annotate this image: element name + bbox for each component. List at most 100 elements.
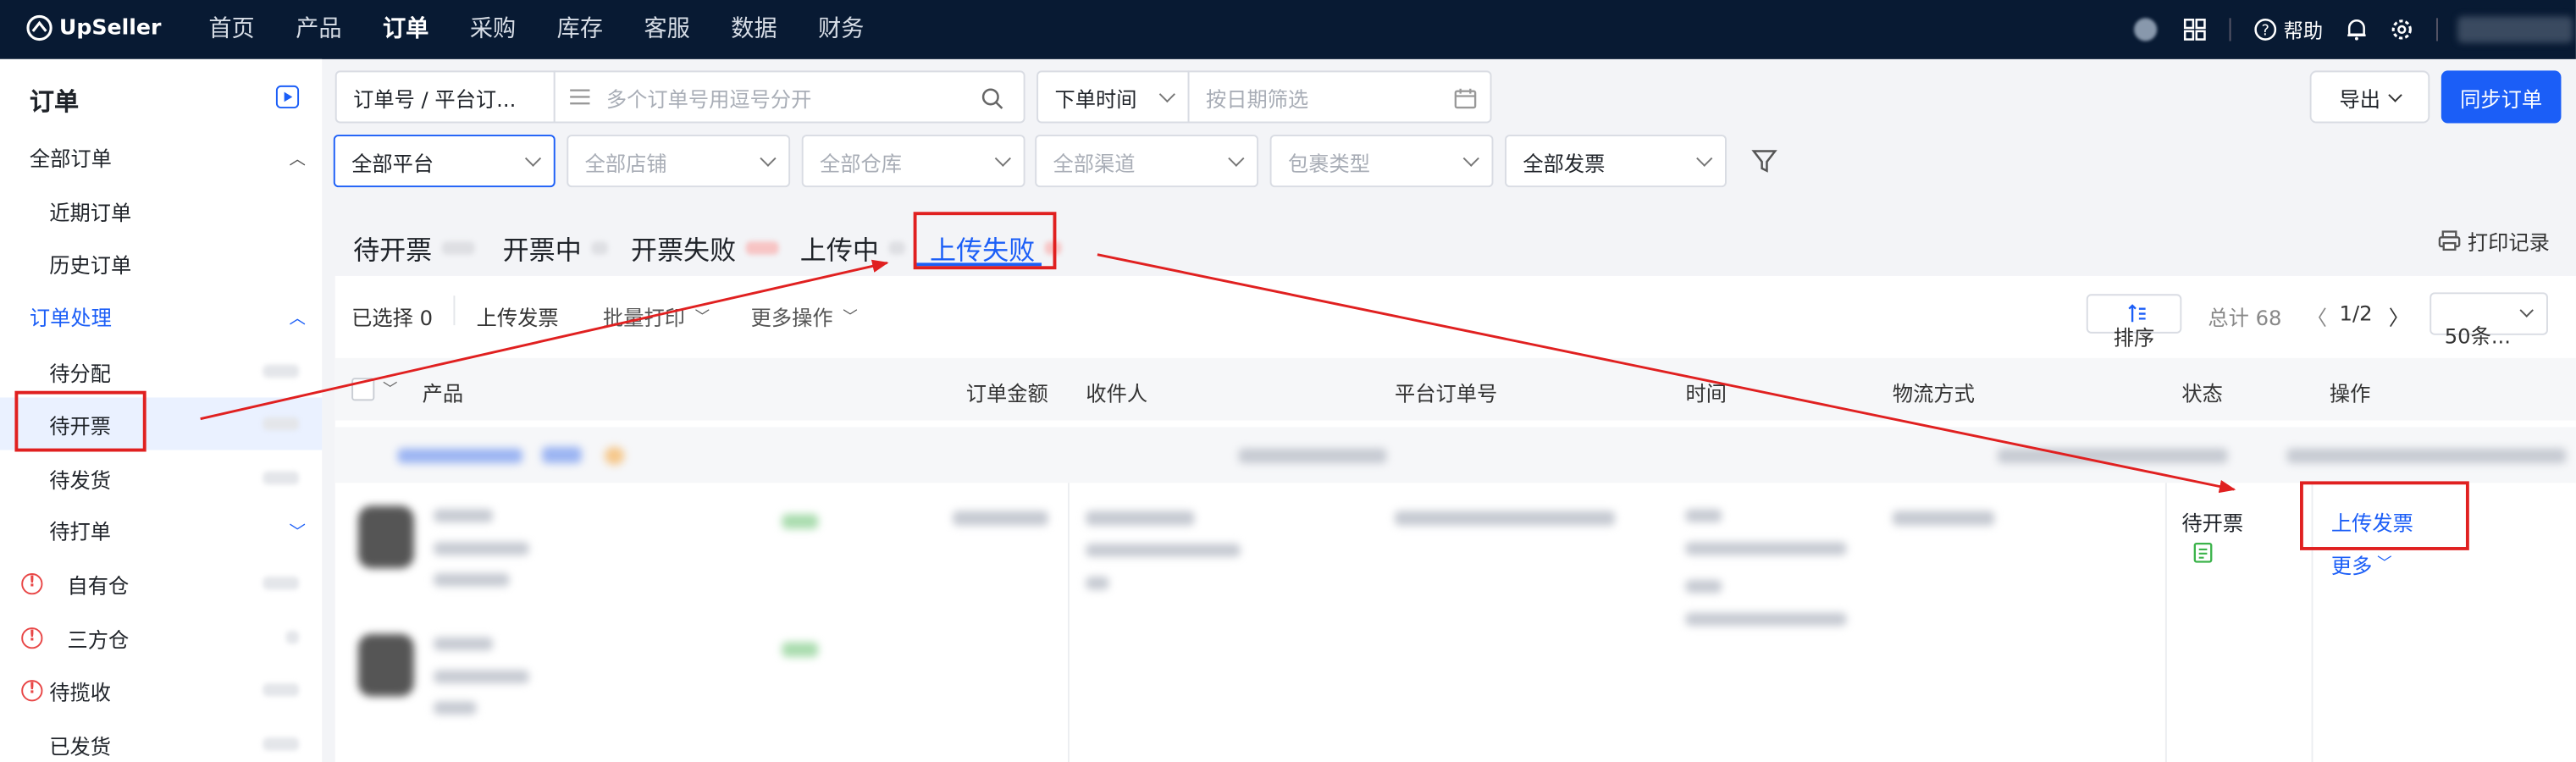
- filter-icon[interactable]: [1751, 148, 1777, 174]
- count-badge: [591, 241, 608, 255]
- tab-to-invoice[interactable]: 待开票: [353, 229, 475, 268]
- sidebar-group-order-processing[interactable]: 订单处理 ︿: [0, 289, 322, 341]
- nav-item-finance[interactable]: 财务: [818, 0, 864, 59]
- count-badge: [263, 471, 300, 485]
- chevron-down-icon[interactable]: ﹀: [383, 378, 397, 399]
- tab-invoicing[interactable]: 开票中: [503, 229, 608, 268]
- column-header-platform-order-no: 平台订单号: [1395, 381, 1498, 406]
- sidebar-item-shipped[interactable]: 已发货: [0, 718, 322, 762]
- quantity-tag: [782, 642, 819, 657]
- channel-select[interactable]: 全部渠道: [1035, 135, 1259, 188]
- platform-select[interactable]: 全部平台: [333, 135, 556, 188]
- sidebar-item-to-ship[interactable]: 待发货: [0, 452, 322, 505]
- sidebar-item-own-warehouse[interactable]: ! 自有仓: [0, 557, 322, 610]
- total-count: 总计 68: [2208, 305, 2282, 330]
- batch-print-dropdown[interactable]: 批量打印: [603, 301, 685, 332]
- nav-item-purchase[interactable]: 采购: [470, 0, 516, 59]
- platform-value: 全部平台: [351, 150, 434, 175]
- sidebar-item-label: 待揽收: [49, 679, 111, 704]
- language-icon[interactable]: [2134, 18, 2158, 41]
- export-button[interactable]: 导出: [2309, 70, 2430, 124]
- sidebar-item-to-assign[interactable]: 待分配: [0, 345, 322, 397]
- sidebar-item-third-party-warehouse[interactable]: ! 三方仓: [0, 611, 322, 664]
- brand-logo[interactable]: UpSeller: [26, 14, 161, 41]
- invoice-value: 全部发票: [1523, 150, 1606, 175]
- divider: [2229, 18, 2231, 41]
- prev-page-icon[interactable]: 〈: [2307, 301, 2327, 332]
- list-icon: [570, 89, 590, 105]
- package-type-select[interactable]: 包裹类型: [1269, 135, 1494, 188]
- sort-button[interactable]: 排序: [2086, 294, 2182, 350]
- order-number-search-input[interactable]: 多个订单号用逗号分开: [553, 70, 1025, 124]
- nav-item-products[interactable]: 产品: [296, 0, 341, 59]
- upload-invoice-button[interactable]: 上传发票: [477, 301, 559, 332]
- nav-item-orders[interactable]: 订单: [383, 0, 428, 59]
- order-amount: [953, 511, 1048, 526]
- invoice-select[interactable]: 全部发票: [1505, 135, 1727, 188]
- annotation-box-action: [2300, 481, 2469, 550]
- shop-tag: [604, 446, 625, 466]
- more-actions-link[interactable]: 更多: [2331, 549, 2373, 580]
- gear-icon[interactable]: [2391, 18, 2413, 41]
- main-menu: 首页 产品 订单 采购 库存 客服 数据 财务: [208, 0, 905, 59]
- sidebar-item-to-print[interactable]: 待打单 ﹀: [0, 503, 322, 555]
- count-badge: [263, 683, 300, 697]
- date-placeholder: 按日期筛选: [1205, 86, 1309, 111]
- more-actions-dropdown[interactable]: 更多操作: [751, 301, 833, 332]
- sidebar-item-label: 三方仓: [67, 627, 130, 652]
- tab-invoice-failed[interactable]: 开票失败: [631, 229, 779, 268]
- top-navbar: UpSeller 首页 产品 订单 采购 库存 客服 数据 财务 ? 帮助: [0, 0, 2576, 59]
- page-indicator: 1/2: [2339, 301, 2373, 326]
- help-label: 帮助: [2283, 19, 2324, 42]
- tab-uploading[interactable]: 上传中: [800, 229, 905, 268]
- count-badge: [263, 737, 300, 751]
- product-text: [434, 637, 493, 651]
- table-header: ﹀ 产品 订单金额 收件人 平台订单号 时间 物流方式 状态 操作: [334, 357, 2576, 421]
- sync-label: 同步订单: [2460, 86, 2543, 111]
- print-record-link[interactable]: 打印记录: [2438, 225, 2550, 257]
- time-type-select[interactable]: 下单时间: [1036, 70, 1190, 124]
- nav-item-inventory[interactable]: 库存: [557, 0, 603, 59]
- nav-item-home[interactable]: 首页: [208, 0, 254, 59]
- help-icon: ?: [2254, 19, 2277, 41]
- chevron-down-icon: ﹀: [289, 522, 306, 542]
- help-button[interactable]: ? 帮助: [2254, 15, 2324, 43]
- product-text: [434, 573, 510, 587]
- sidebar-title: 订单: [29, 86, 80, 117]
- sidebar-item-label: 已发货: [49, 733, 111, 759]
- chevron-down-icon: ﹀: [843, 310, 858, 328]
- sync-orders-button[interactable]: 同步订单: [2441, 70, 2562, 124]
- search-type-select[interactable]: 订单号 / 平台订...: [334, 70, 556, 124]
- nav-item-service[interactable]: 客服: [644, 0, 689, 59]
- date-filter-input[interactable]: 按日期筛选: [1187, 70, 1492, 124]
- page-size-select[interactable]: 50条...: [2430, 292, 2548, 348]
- order-id-link[interactable]: [397, 448, 522, 464]
- export-label: 导出: [2339, 86, 2381, 111]
- bell-icon[interactable]: [2346, 18, 2367, 41]
- column-header-order-amount: 订单金额: [965, 381, 1048, 406]
- sidebar-item-label: 待分配: [49, 360, 111, 385]
- sidebar-group-all-orders[interactable]: 全部订单 ︿: [0, 130, 322, 182]
- search-icon[interactable]: [981, 87, 1003, 110]
- sidebar-item-label: 订单处理: [29, 304, 112, 329]
- apps-icon[interactable]: [2183, 18, 2206, 41]
- count-badge: [441, 241, 475, 255]
- count-badge: [745, 241, 779, 255]
- chevron-down-icon: [994, 150, 1011, 167]
- chevron-up-icon: ︿: [289, 150, 306, 168]
- sidebar-item-to-pickup[interactable]: ! 待揽收: [0, 664, 322, 716]
- chevron-up-icon: ︿: [289, 309, 306, 329]
- shop-select[interactable]: 全部店铺: [567, 135, 791, 188]
- warehouse-value: 全部仓库: [820, 150, 903, 175]
- sidebar-item-history-orders[interactable]: 历史订单: [0, 236, 322, 289]
- order-meta: [2286, 448, 2567, 464]
- collapse-sidebar-icon[interactable]: [275, 85, 300, 109]
- nav-item-data[interactable]: 数据: [731, 0, 777, 59]
- search-placeholder: 多个订单号用逗号分开: [605, 86, 812, 111]
- product-text: [434, 701, 477, 715]
- select-all-checkbox[interactable]: [351, 378, 375, 401]
- warehouse-select[interactable]: 全部仓库: [801, 135, 1025, 188]
- user-avatar[interactable]: [2457, 16, 2573, 43]
- next-page-icon[interactable]: 〉: [2389, 301, 2409, 332]
- sidebar-item-recent-orders[interactable]: 近期订单: [0, 184, 322, 236]
